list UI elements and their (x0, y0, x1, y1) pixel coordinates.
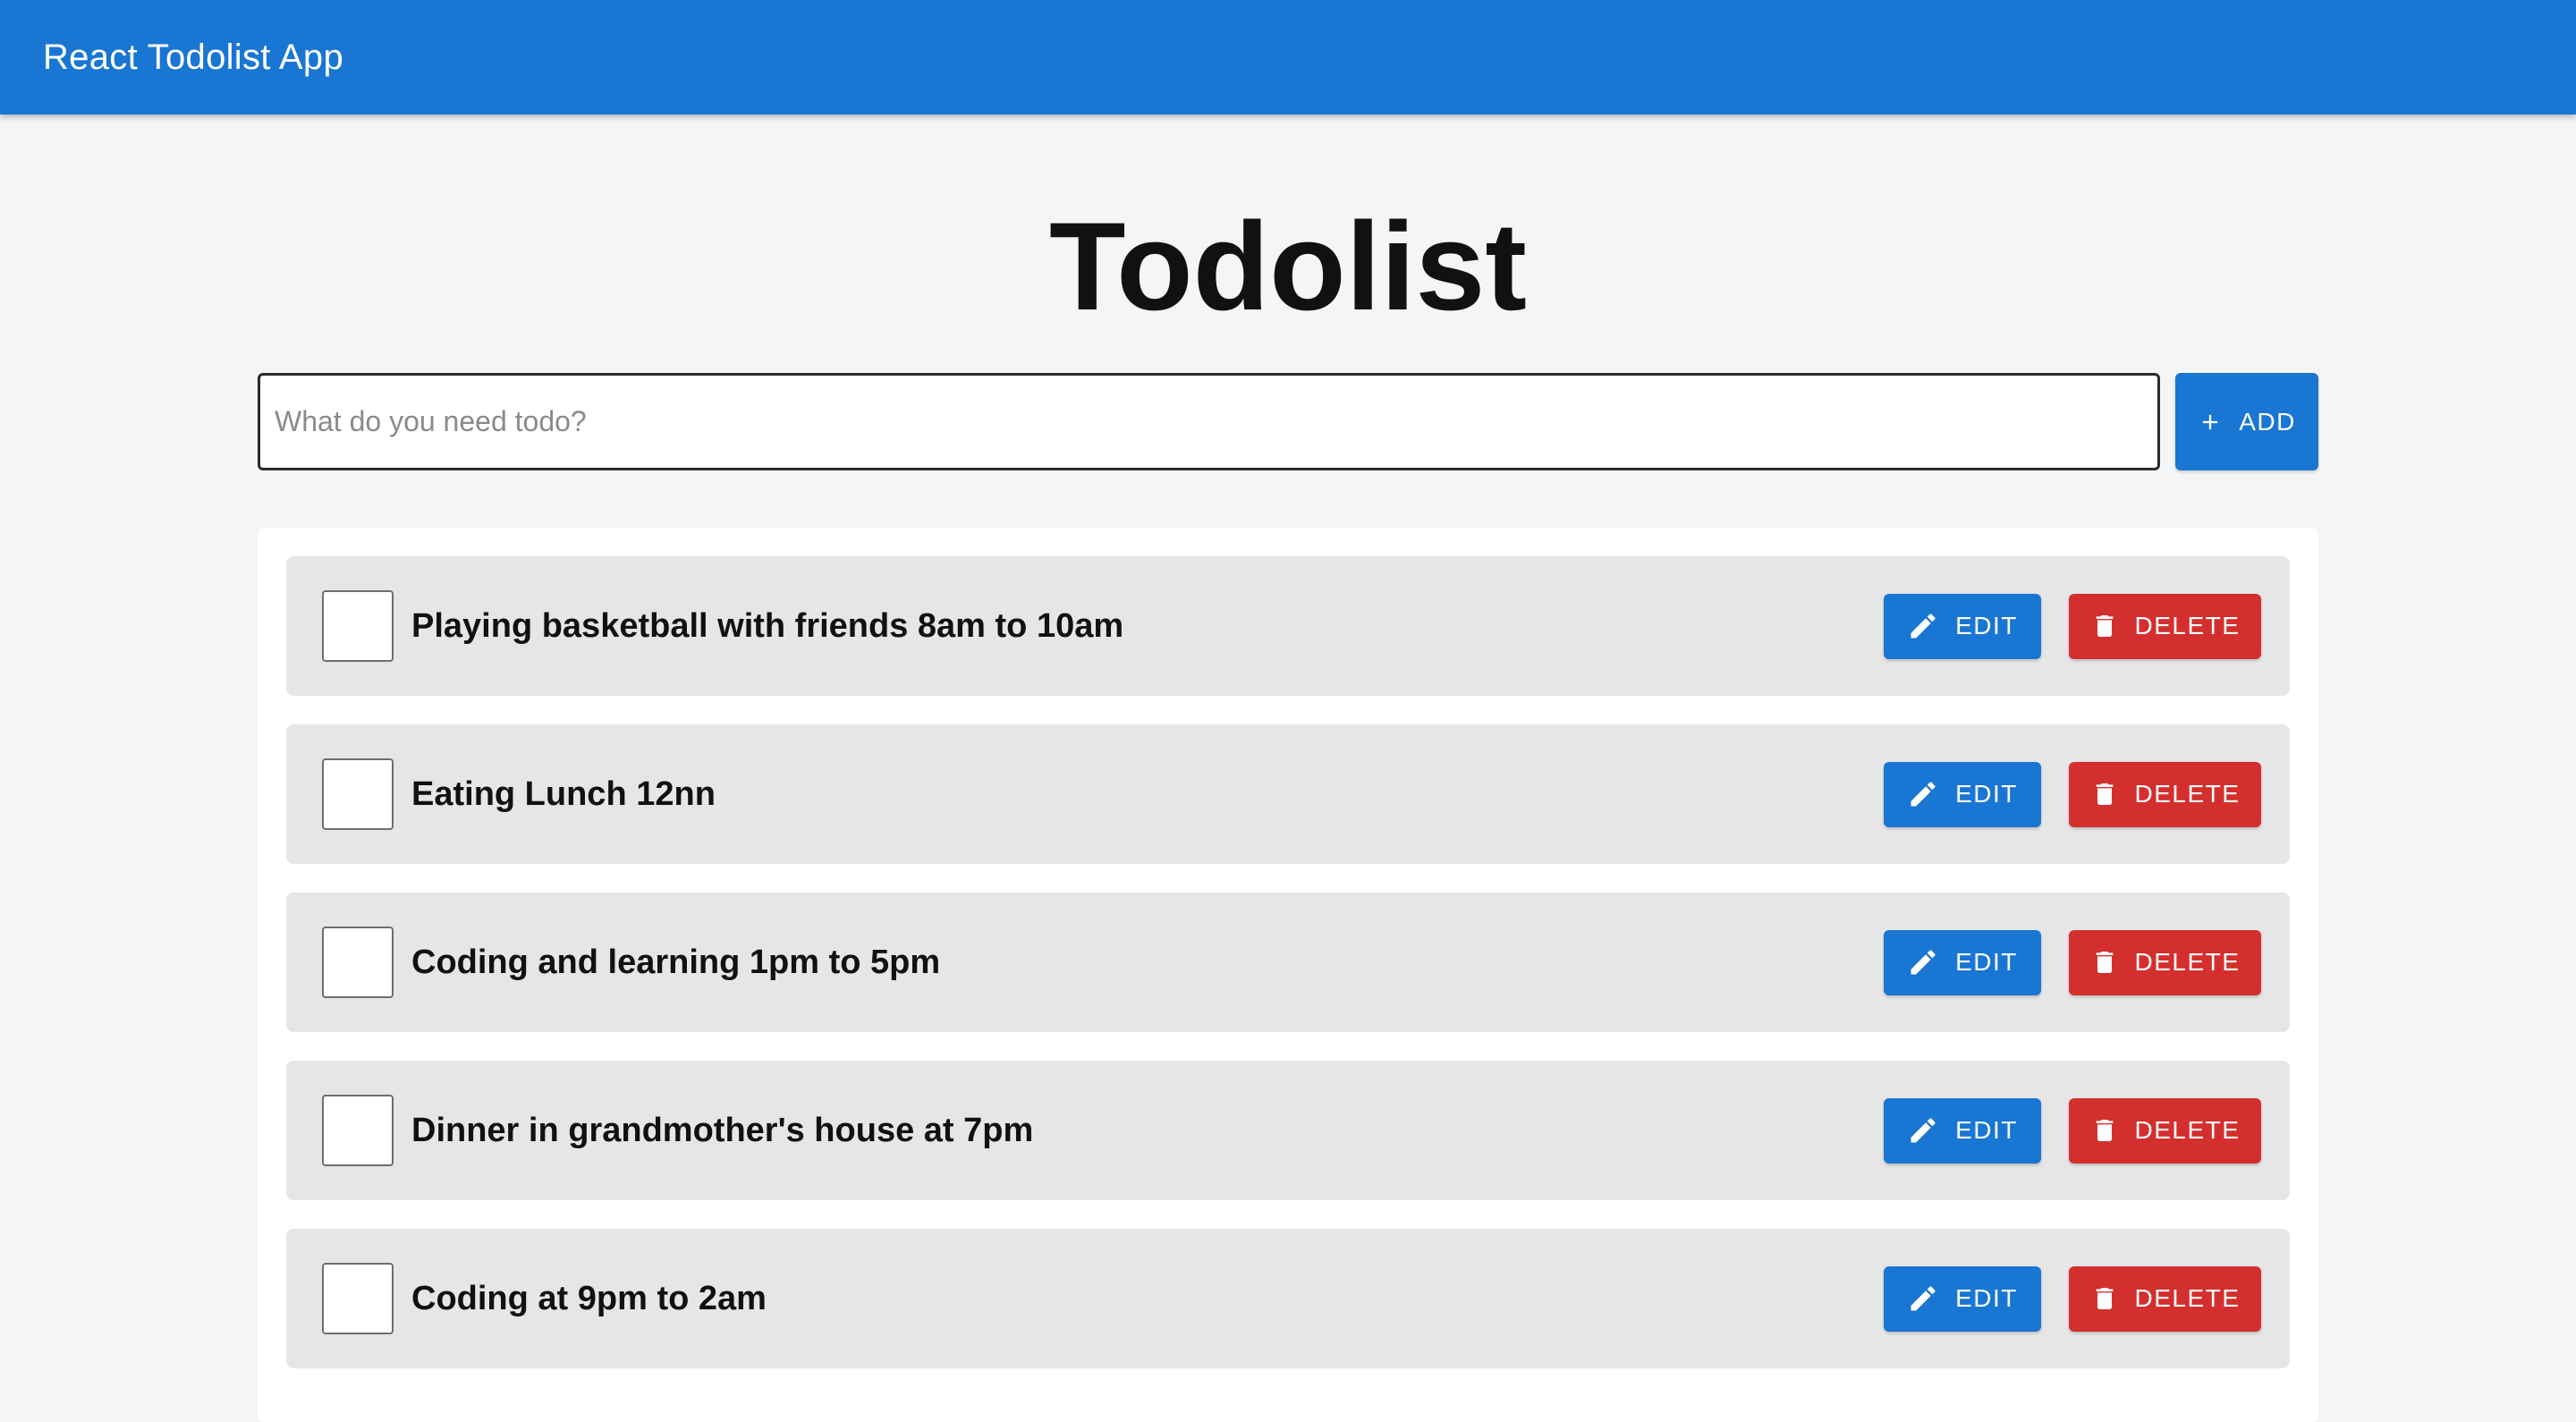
trash-icon (2090, 612, 2119, 640)
edit-button[interactable]: EDIT (1884, 593, 2041, 659)
edit-button-label: EDIT (1955, 948, 2018, 976)
todo-actions: EDIT DELETE (1884, 1265, 2261, 1332)
delete-button[interactable]: DELETE (2069, 929, 2261, 995)
delete-button-label: DELETE (2134, 948, 2241, 976)
add-todo-form: ADD (258, 373, 2318, 470)
edit-button-label: EDIT (1955, 1284, 2018, 1312)
trash-icon (2090, 1284, 2119, 1313)
add-button-label: ADD (2239, 407, 2296, 436)
pencil-icon (1907, 778, 1939, 810)
todo-actions: EDIT DELETE (1884, 761, 2261, 827)
plus-icon (2198, 410, 2223, 435)
pencil-icon (1907, 610, 1939, 642)
trash-icon (2090, 1116, 2119, 1145)
todo-input[interactable] (258, 373, 2160, 470)
trash-icon (2090, 948, 2119, 977)
delete-button[interactable]: DELETE (2069, 1097, 2261, 1164)
edit-button-label: EDIT (1955, 612, 2018, 639)
todo-text: Playing basketball with friends 8am to 1… (411, 606, 1124, 645)
delete-button-label: DELETE (2134, 780, 2241, 808)
todo-actions: EDIT DELETE (1884, 593, 2261, 659)
todo-checkbox[interactable] (322, 1263, 394, 1334)
delete-button[interactable]: DELETE (2069, 1265, 2261, 1332)
todo-checkbox[interactable] (322, 590, 394, 662)
edit-button-label: EDIT (1955, 1116, 2018, 1144)
app-bar: React Todolist App (0, 0, 2576, 114)
todo-list-card: Playing basketball with friends 8am to 1… (258, 528, 2318, 1422)
todo-text: Coding and learning 1pm to 5pm (411, 943, 941, 981)
todo-actions: EDIT DELETE (1884, 1097, 2261, 1164)
delete-button-label: DELETE (2134, 1116, 2241, 1144)
todo-item: Coding at 9pm to 2am EDIT DELETE (286, 1229, 2290, 1368)
todo-text: Eating Lunch 12nn (411, 774, 716, 813)
app-title: React Todolist App (43, 37, 343, 77)
page-title: Todolist (1049, 196, 1527, 336)
edit-button[interactable]: EDIT (1884, 1265, 2041, 1332)
todo-item: Playing basketball with friends 8am to 1… (286, 556, 2290, 696)
delete-button[interactable]: DELETE (2069, 761, 2261, 827)
pencil-icon (1907, 946, 1939, 978)
todo-actions: EDIT DELETE (1884, 929, 2261, 995)
pencil-icon (1907, 1114, 1939, 1147)
edit-button[interactable]: EDIT (1884, 1097, 2041, 1164)
delete-button[interactable]: DELETE (2069, 593, 2261, 659)
todo-checkbox[interactable] (322, 758, 394, 830)
todo-text: Coding at 9pm to 2am (411, 1279, 767, 1317)
todo-text: Dinner in grandmother's house at 7pm (411, 1111, 1034, 1149)
delete-button-label: DELETE (2134, 1284, 2241, 1312)
todo-item: Dinner in grandmother's house at 7pm EDI… (286, 1061, 2290, 1200)
todo-list: Playing basketball with friends 8am to 1… (286, 556, 2290, 1397)
todo-item: Eating Lunch 12nn EDIT DELETE (286, 724, 2290, 864)
edit-button-label: EDIT (1955, 780, 2018, 808)
trash-icon (2090, 780, 2119, 808)
todo-checkbox[interactable] (322, 1095, 394, 1166)
edit-button[interactable]: EDIT (1884, 761, 2041, 827)
edit-button[interactable]: EDIT (1884, 929, 2041, 995)
todo-checkbox[interactable] (322, 927, 394, 998)
delete-button-label: DELETE (2134, 612, 2241, 639)
pencil-icon (1907, 1282, 1939, 1315)
add-button[interactable]: ADD (2175, 373, 2318, 470)
todo-item: Coding and learning 1pm to 5pm EDIT DELE… (286, 893, 2290, 1032)
